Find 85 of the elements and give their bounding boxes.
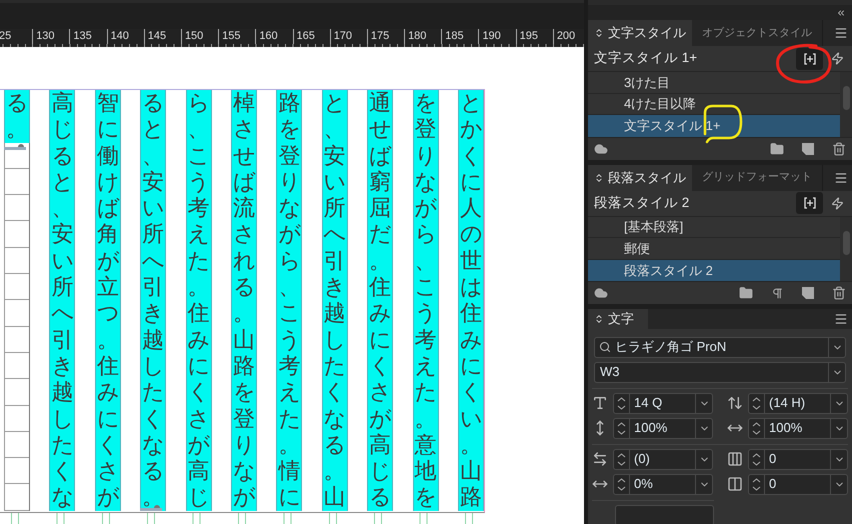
folder-icon[interactable]: [739, 286, 753, 300]
scrollbar[interactable]: [840, 216, 852, 281]
columns-icon: [727, 451, 743, 467]
columns-icon: [727, 476, 743, 492]
vertical-text-column: 智に働けば角が立つ。住みにくさが: [94, 90, 121, 511]
plus-in-brackets-icon: [804, 197, 816, 209]
numeric-field[interactable]: [615, 504, 714, 524]
new-item-icon[interactable]: [802, 142, 814, 154]
numeric-field[interactable]: 0: [748, 474, 848, 494]
numeric-field[interactable]: 14 Q: [613, 392, 713, 414]
numeric-field[interactable]: (0): [613, 448, 713, 470]
create-style-override-button[interactable]: [796, 48, 823, 70]
vertical-text-column: 路を登りながら、こう考えた。情に: [276, 90, 302, 511]
pilcrow-icon[interactable]: [771, 286, 784, 300]
cloud-icon[interactable]: [594, 142, 608, 156]
ruler-label: 140: [110, 30, 129, 42]
lightning-icon[interactable]: [831, 196, 844, 210]
ruler-label: 190: [482, 30, 501, 42]
font-style-dropdown[interactable]: W3: [594, 362, 846, 382]
menu-icon[interactable]: [834, 312, 848, 326]
ruler-label: 170: [334, 30, 352, 42]
stepper-icon[interactable]: [617, 396, 626, 410]
stepper-icon[interactable]: [617, 476, 626, 492]
up-down-arrows-icon: [727, 395, 743, 411]
numeric-field[interactable]: 100%: [748, 418, 848, 438]
cloud-icon[interactable]: [594, 286, 608, 300]
vertical-text-column: と、安い所へ引き越したくなる。山: [322, 90, 348, 511]
plus-in-brackets-icon: [804, 52, 816, 64]
vertical-text-column: を登りながら、こう考えた。意地を: [412, 90, 439, 511]
style-list-item[interactable]: 4けた目以降: [588, 94, 840, 115]
ruler-label: 155: [222, 30, 240, 42]
stepper-icon[interactable]: [752, 420, 761, 436]
current-style-name: 文字スタイル 1+: [594, 49, 698, 68]
ruler-label: 175: [370, 30, 390, 42]
menu-icon[interactable]: [834, 26, 848, 40]
ruler-label: 195: [520, 30, 538, 42]
vertical-text-column: ると、安い所へ引き越したくなる。: [140, 90, 166, 511]
ruler-label: 135: [73, 30, 92, 42]
numeric-field[interactable]: (14 H): [748, 392, 848, 414]
style-list-item[interactable]: 文字スタイル 1+: [588, 115, 840, 136]
scrollbar[interactable]: [840, 72, 852, 136]
style-list-item[interactable]: 段落スタイル 2: [588, 260, 840, 281]
current-style-name: 段落スタイル 2: [594, 194, 690, 212]
ruler-label: 180: [408, 30, 426, 42]
numeric-field[interactable]: 0%: [613, 474, 713, 494]
panel-tab[interactable]: 文字: [588, 309, 648, 328]
search-icon: [599, 341, 611, 353]
vertical-text-column: 高じると、安い所へ引き越したくな: [49, 90, 76, 511]
numeric-field[interactable]: 0: [748, 448, 848, 470]
stepper-icon[interactable]: [752, 452, 761, 466]
lightning-icon[interactable]: [831, 52, 844, 65]
stepper-icon[interactable]: [752, 396, 761, 410]
font-family-dropdown[interactable]: ヒラギノ角ゴ ProN: [594, 336, 846, 358]
vertical-text-column: 棹させば流される。山路を登りなが: [230, 90, 257, 511]
create-style-override-button[interactable]: [796, 192, 823, 214]
ruler-label: 200: [556, 30, 576, 42]
panel-tab[interactable]: 文字スタイル: [588, 20, 692, 46]
ruler-label: 185: [445, 30, 464, 42]
ruler-label: 145: [148, 30, 166, 42]
text-port-icon[interactable]: [4, 143, 26, 150]
trash-icon[interactable]: [832, 286, 846, 300]
stepper-icon[interactable]: [752, 476, 761, 492]
stepper-icon[interactable]: [617, 452, 626, 466]
trash-icon[interactable]: [832, 142, 846, 156]
numeric-field[interactable]: 100%: [613, 418, 713, 438]
ruler-label: 165: [296, 30, 315, 42]
vertical-text-column: 通せば窮屈だ。住みにくさが高じる: [367, 90, 394, 511]
vertical-text-column: とかくに人の世は住みにくい。山路: [458, 90, 484, 511]
menu-icon[interactable]: [834, 170, 848, 184]
vertical-text-column: る。: [4, 90, 30, 143]
folder-icon[interactable]: [770, 142, 784, 156]
collapse-icon[interactable]: [594, 28, 604, 38]
type-icon: [592, 395, 608, 411]
collapse-icon[interactable]: [594, 314, 604, 324]
left-right-arrows-icon: [592, 451, 608, 467]
new-item-icon[interactable]: [802, 287, 814, 299]
style-list-item[interactable]: [基本段落]: [588, 216, 840, 238]
ruler-label: 160: [259, 30, 278, 42]
stepper-icon[interactable]: [617, 420, 626, 436]
panel-tab[interactable]: 段落スタイル: [588, 164, 692, 190]
collapse-icon[interactable]: [594, 172, 604, 182]
ruler-label: 130: [36, 30, 55, 42]
ruler-label: 150: [184, 30, 204, 42]
collapse-panels-icon[interactable]: [836, 8, 846, 18]
vertical-text-column: ら、こう考えた。住みにくさが高じ: [186, 90, 212, 511]
